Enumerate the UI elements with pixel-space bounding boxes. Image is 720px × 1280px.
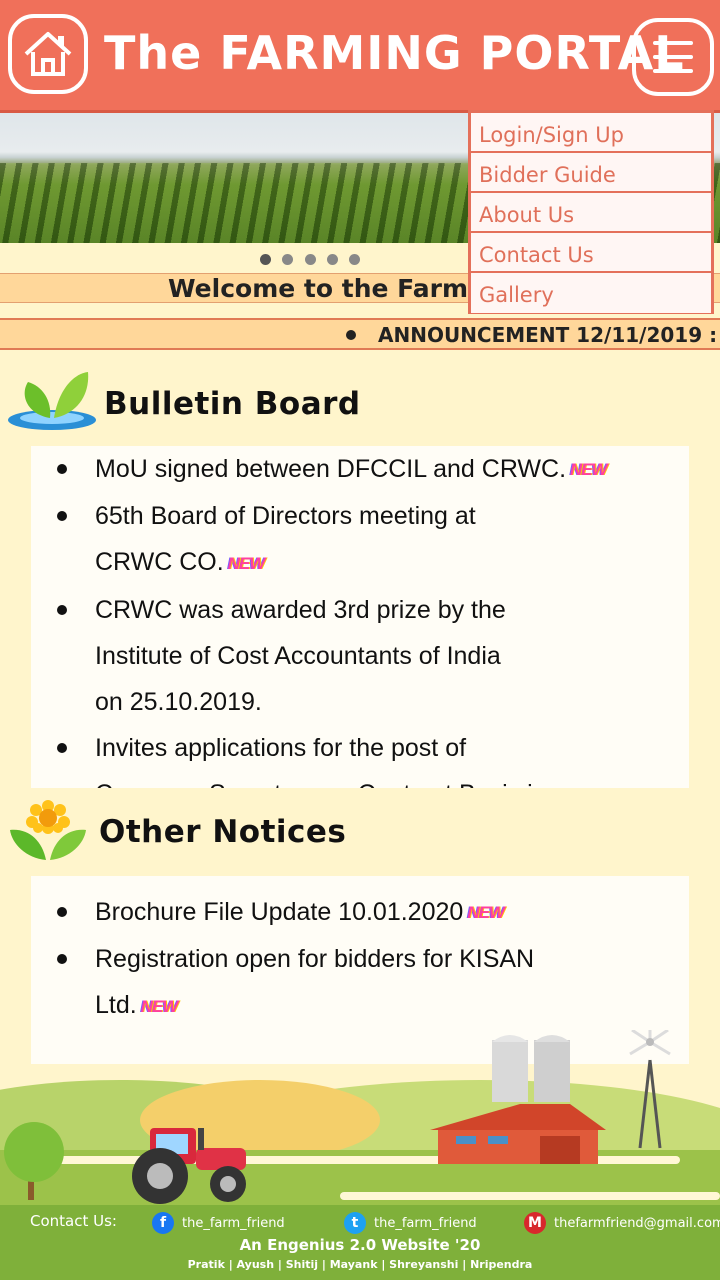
hamburger-icon <box>653 41 693 73</box>
email-icon: M <box>524 1212 546 1234</box>
bulletin-item-text: Institute of Cost Accountants of India <box>95 641 501 670</box>
bulletin-item-text: CRWC was awarded 3rd prize by the <box>95 595 506 624</box>
bulletin-item-text: 65th Board of Directors meeting at <box>95 502 476 531</box>
notice-item-text: Brochure File Update 10.01.2020 <box>95 898 464 926</box>
footer-contact-label: Contact Us: <box>30 1212 117 1230</box>
carousel-dot[interactable] <box>304 254 316 265</box>
sunflower-icon <box>10 800 86 860</box>
ticker-bullet <box>346 330 356 340</box>
twitter-icon: t <box>344 1212 366 1234</box>
new-badge: NEW <box>140 996 179 1016</box>
notice-item-text: Registration open for bidders for KISAN <box>95 945 535 974</box>
bulletin-card: MoU signed between DFCCIL and CRWC. NEW 6… <box>31 446 689 788</box>
notices-title: Other Notices <box>99 814 347 850</box>
bulletin-item-text: Invites applications for the post of <box>95 733 467 762</box>
facebook-icon: f <box>152 1212 174 1234</box>
announcement-ticker: ANNOUNCEMENT 12/11/2019 : th <box>0 318 720 350</box>
new-badge: NEW <box>227 553 266 573</box>
bulletin-item[interactable]: MoU signed between DFCCIL and CRWC. NEW <box>57 446 689 493</box>
menu-item-gallery[interactable]: Gallery <box>471 273 711 313</box>
footer-facebook-link[interactable]: f the_farm_friend <box>152 1212 285 1234</box>
footer-email-link[interactable]: M thefarmfriend@gmail.com <box>524 1212 720 1234</box>
bulletin-item-text: MoU signed between DFCCIL and CRWC. <box>95 455 567 483</box>
footer-credits: Pratik | Ayush | Shitij | Mayank | Shrey… <box>187 1258 533 1271</box>
leaf-icon <box>8 372 96 430</box>
new-badge: NEW <box>570 460 608 480</box>
menu-item-about[interactable]: About Us <box>471 193 711 233</box>
footer-twitter-link[interactable]: t the_farm_friend <box>344 1212 477 1234</box>
new-badge: NEW <box>467 903 505 923</box>
nav-dropdown: Login/Sign Up Bidder Guide About Us Cont… <box>468 110 714 314</box>
menu-button[interactable] <box>632 18 714 96</box>
twitter-handle: the_farm_friend <box>374 1215 477 1231</box>
bulletin-item[interactable]: Invites applications for the post of Com… <box>57 725 689 788</box>
announcement-text: ANNOUNCEMENT 12/11/2019 : th <box>378 323 720 347</box>
email-address: thefarmfriend@gmail.com <box>554 1215 720 1231</box>
menu-item-login[interactable]: Login/Sign Up <box>471 113 711 153</box>
menu-item-bidder-guide[interactable]: Bidder Guide <box>471 153 711 193</box>
carousel-dot[interactable] <box>282 254 294 265</box>
notice-item[interactable]: Brochure File Update 10.01.2020 NEW <box>57 889 689 936</box>
footer-tagline: An Engenius 2.0 Website '20 <box>239 1236 481 1254</box>
farm-illustration <box>0 1030 720 1205</box>
carousel-dot[interactable] <box>260 254 272 265</box>
bulletin-item-text: Company Secretary on Contract Basis in <box>95 780 547 788</box>
carousel-dot[interactable] <box>348 254 360 265</box>
menu-item-contact[interactable]: Contact Us <box>471 233 711 273</box>
bulletin-item[interactable]: 65th Board of Directors meeting at CRWC … <box>57 493 689 586</box>
site-title: The FARMING PORTAL <box>104 26 685 80</box>
bulletin-item-text: on 25.10.2019. <box>95 687 262 716</box>
bulletin-item-text: CRWC CO. <box>95 548 224 577</box>
notice-item-text: Ltd. <box>95 991 137 1020</box>
home-button[interactable] <box>8 14 88 94</box>
farm-landscape <box>0 1030 720 1205</box>
carousel-dot[interactable] <box>326 254 338 265</box>
footer: Contact Us: f the_farm_friend t the_farm… <box>0 1205 720 1280</box>
notice-item[interactable]: Registration open for bidders for KISAN … <box>57 936 689 1029</box>
facebook-handle: the_farm_friend <box>182 1215 285 1231</box>
bulletin-title: Bulletin Board <box>104 386 361 422</box>
bulletin-item[interactable]: CRWC was awarded 3rd prize by the Instit… <box>57 587 689 725</box>
header-bar: The FARMING PORTAL <box>0 0 720 113</box>
home-icon <box>24 32 72 76</box>
